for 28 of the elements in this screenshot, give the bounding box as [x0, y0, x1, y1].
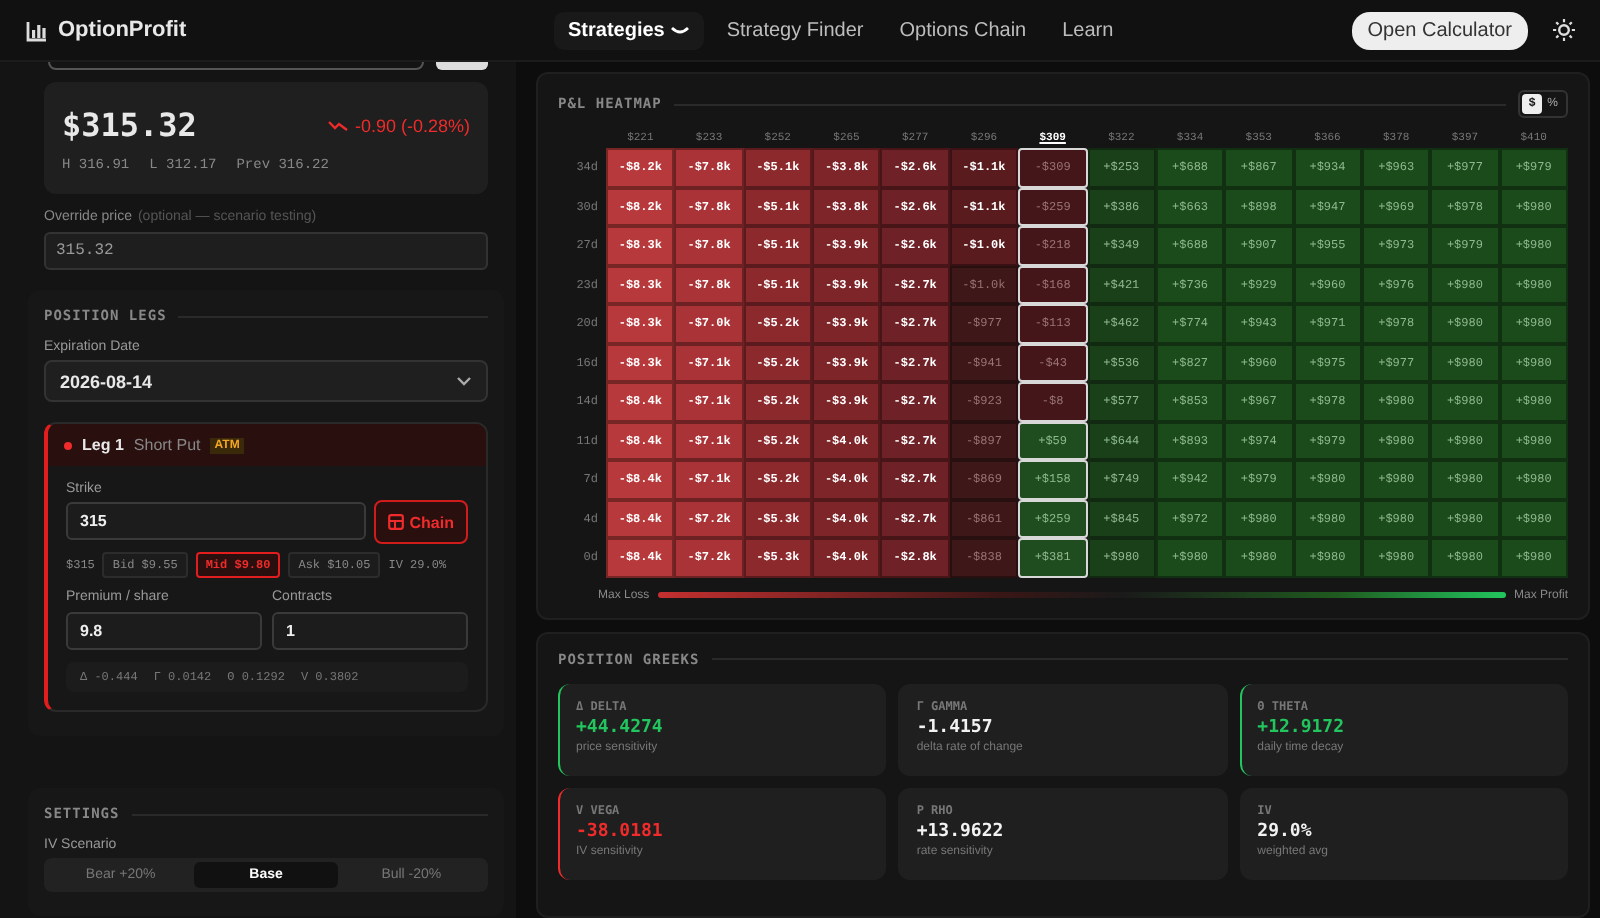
- chain-button[interactable]: Chain: [373, 500, 468, 544]
- greek-value: +12.9172: [1257, 717, 1347, 737]
- expiration-select[interactable]: 2026-08-14: [44, 360, 488, 402]
- greek-value: +44.4274: [576, 717, 665, 737]
- status-dot: [64, 441, 72, 449]
- trend-down-icon: [328, 119, 349, 131]
- nav-link[interactable]: Options Chain: [885, 11, 1041, 49]
- greek-value: -38.0181: [576, 821, 665, 841]
- greek-value: -1.4157: [916, 717, 995, 737]
- premium-input[interactable]: 9.8: [66, 612, 262, 650]
- table-icon: [387, 514, 404, 530]
- chevron-down-icon: [456, 376, 472, 386]
- strike-input[interactable]: 315: [66, 502, 366, 540]
- nav-link[interactable]: Strategy Finder: [712, 11, 878, 49]
- contracts-input[interactable]: 1: [272, 612, 468, 650]
- leg-type: Short Put: [133, 436, 201, 454]
- greek-value: +13.9622: [916, 821, 1006, 841]
- chart-logo-icon: [26, 19, 48, 41]
- sun-icon[interactable]: [1552, 18, 1576, 42]
- price-change: -0.90 (-0.28%): [354, 115, 470, 135]
- open-calculator-button[interactable]: Open Calculator: [1351, 11, 1528, 49]
- greek-value: 29.0%: [1257, 821, 1314, 841]
- nav-link[interactable]: Learn: [1048, 11, 1128, 49]
- override-price-input[interactable]: 315.32: [44, 232, 488, 270]
- leg-name: Leg 1: [82, 436, 124, 454]
- price-value: $315.32: [62, 106, 197, 144]
- app-logo[interactable]: OptionProfit: [58, 18, 187, 42]
- nav-link[interactable]: Strategies: [554, 11, 705, 49]
